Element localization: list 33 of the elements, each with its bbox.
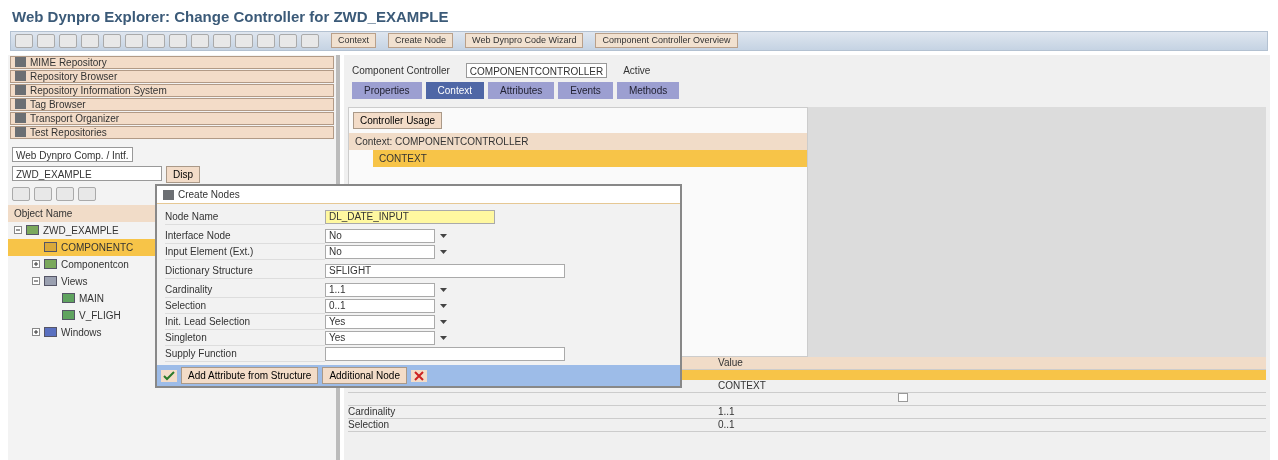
status-text: Active (623, 63, 651, 78)
property-label: Selection (348, 418, 391, 431)
field-label: Selection (165, 297, 325, 314)
property-value: 0..1 (718, 418, 735, 431)
field-label: Cardinality (165, 281, 325, 298)
tree-label: COMPONENTC (61, 240, 134, 255)
item-label: Repository Browser (30, 70, 118, 82)
tree-label: Componentcon (61, 257, 129, 272)
item-label: MIME Repository (30, 56, 107, 68)
tree-label: Windows (61, 325, 102, 340)
controller-name-field: COMPONENTCONTROLLER (465, 62, 608, 78)
field-label: Interface Node (165, 227, 325, 244)
field-label: Supply Function (165, 345, 325, 362)
item-label: Tag Browser (30, 98, 86, 110)
tree-label: V_FLIGH (79, 308, 121, 323)
item-label: Test Repositories (30, 126, 107, 138)
property-value: CONTEXT (718, 379, 766, 392)
window-title: Web Dynpro Explorer: Change Controller for ZWD_EXAMPLE (11, 7, 450, 27)
controller-label: Component Controller (352, 63, 450, 78)
dialog-title: Create Nodes (178, 188, 240, 202)
field-label: Node Name (165, 208, 325, 225)
tree-label: ZWD_EXAMPLE (43, 223, 119, 238)
property-label: Cardinality (348, 405, 397, 418)
column-header: Value (718, 356, 743, 369)
tree-label: MAIN (79, 291, 104, 306)
item-label: Transport Organizer (30, 112, 120, 124)
tree-label: Views (61, 274, 88, 289)
field-label: Input Element (Ext.) (165, 243, 325, 260)
property-value: 1..1 (718, 405, 735, 418)
item-label: Repository Information System (30, 84, 167, 96)
field-label: Singleton (165, 329, 325, 346)
field-label: Dictionary Structure (165, 262, 325, 279)
field-label: Init. Lead Selection (165, 313, 325, 330)
